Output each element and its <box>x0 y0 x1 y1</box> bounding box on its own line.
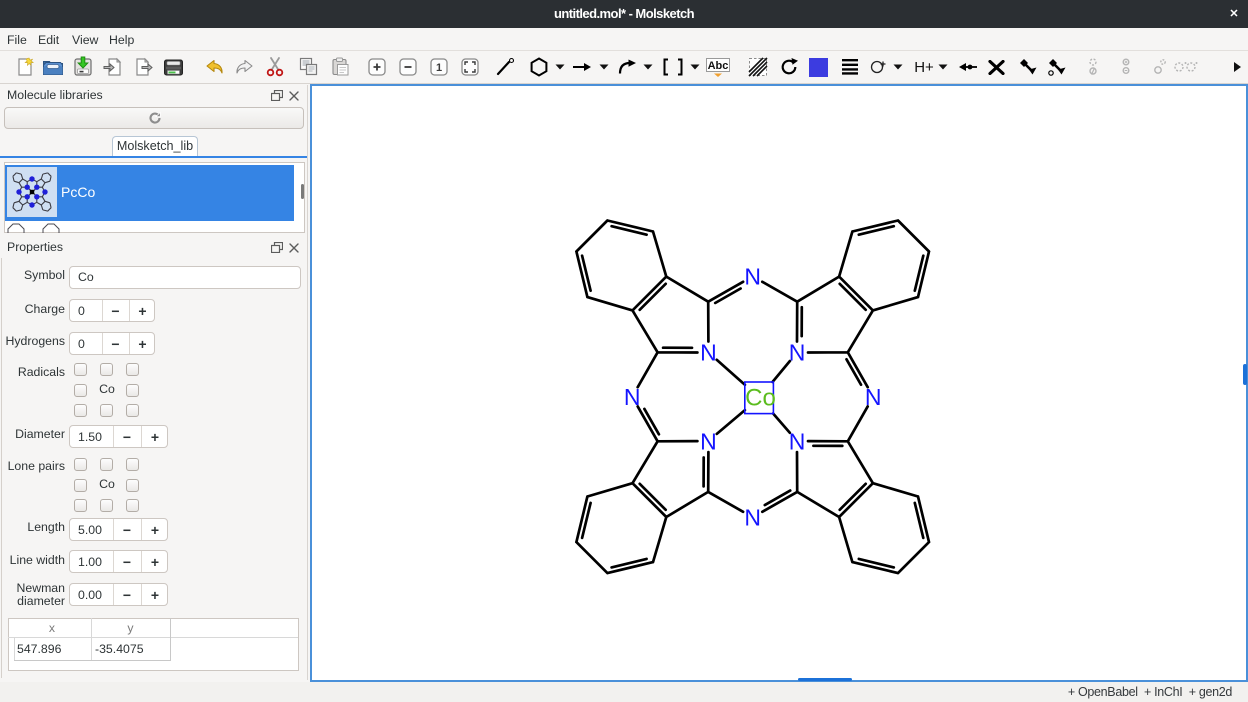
svg-text:Abc: Abc <box>708 60 729 72</box>
svg-text:N: N <box>789 428 806 454</box>
svg-text:N: N <box>624 384 641 410</box>
svg-text:N: N <box>700 428 717 454</box>
svg-text:N: N <box>744 505 761 531</box>
svg-text:N: N <box>700 340 717 366</box>
svg-text:Co: Co <box>745 385 776 412</box>
svg-text:H+: H+ <box>914 59 934 75</box>
svg-text:1: 1 <box>436 62 442 74</box>
svg-text:N: N <box>744 264 761 290</box>
svg-text:N: N <box>789 340 806 366</box>
svg-text:N: N <box>865 384 882 410</box>
